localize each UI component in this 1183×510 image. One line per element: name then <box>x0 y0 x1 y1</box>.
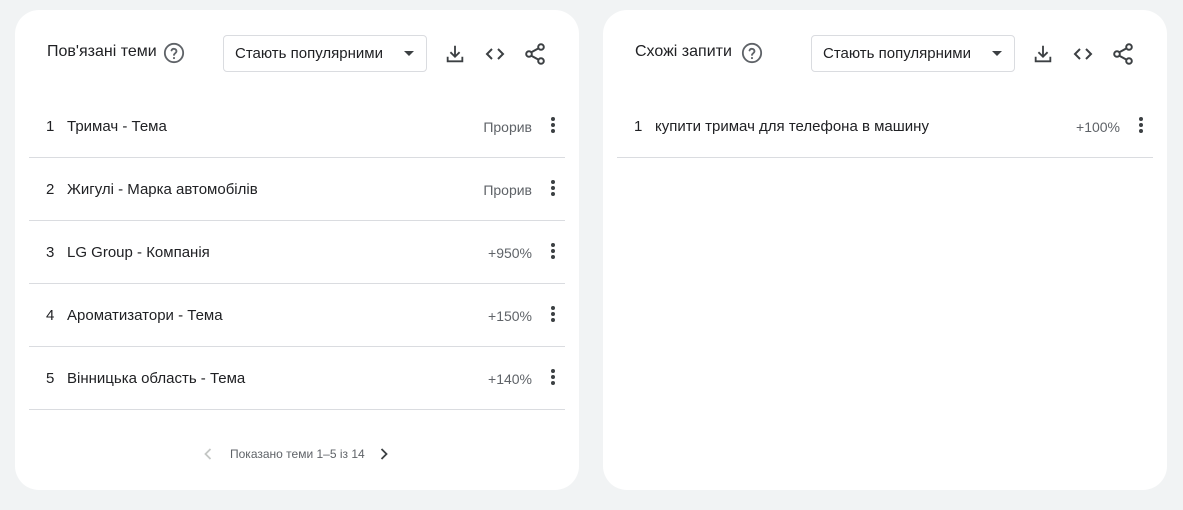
more-vert-icon[interactable] <box>549 115 557 135</box>
list-item[interactable]: 1 Тримач - Тема Прорив <box>29 95 565 158</box>
more-vert-icon[interactable] <box>549 367 557 387</box>
item-label[interactable]: Тримач - Тема <box>67 118 167 135</box>
item-rank: 1 <box>634 118 643 135</box>
item-label[interactable]: Ароматизатори - Тема <box>67 307 223 324</box>
item-label[interactable]: LG Group - Компанія <box>67 244 210 261</box>
more-vert-icon[interactable] <box>549 304 557 324</box>
more-vert-icon[interactable] <box>1137 115 1145 135</box>
sort-dropdown-value: Стають популярними <box>823 45 971 62</box>
item-rank: 3 <box>46 244 55 261</box>
list-item[interactable]: 4 Ароматизатори - Тема +150% <box>29 284 565 347</box>
item-label[interactable]: купити тримач для телефона в машину <box>655 118 929 135</box>
item-label[interactable]: Жигулі - Марка автомобілів <box>67 181 258 198</box>
embed-code-button[interactable] <box>482 41 508 67</box>
item-value: Прорив <box>483 182 532 198</box>
related-queries-card: Схожі запити Стають популярними 1 купити… <box>603 10 1167 490</box>
item-label[interactable]: Вінницька область - Тема <box>67 370 245 387</box>
help-icon[interactable] <box>741 42 763 64</box>
list-item[interactable]: 1 купити тримач для телефона в машину +1… <box>617 95 1153 158</box>
caret-down-icon <box>404 51 414 56</box>
share-icon <box>1113 43 1133 65</box>
more-vert-icon[interactable] <box>549 178 557 198</box>
item-rank: 5 <box>46 370 55 387</box>
item-rank: 2 <box>46 181 55 198</box>
share-button[interactable] <box>1110 41 1136 67</box>
sort-dropdown[interactable]: Стають популярними <box>811 35 1015 72</box>
sort-dropdown[interactable]: Стають популярними <box>223 35 427 72</box>
list-item[interactable]: 2 Жигулі - Марка автомобілів Прорив <box>29 158 565 221</box>
chevron-right-icon[interactable] <box>377 446 391 462</box>
embed-code-icon <box>485 48 505 60</box>
item-value: +100% <box>1076 119 1120 135</box>
list-item[interactable]: 5 Вінницька область - Тема +140% <box>29 347 565 410</box>
embed-code-button[interactable] <box>1070 41 1096 67</box>
item-rank: 1 <box>46 118 55 135</box>
download-icon <box>446 45 464 63</box>
share-icon <box>525 43 545 65</box>
related-queries-list: 1 купити тримач для телефона в машину +1… <box>617 95 1153 158</box>
item-value: +150% <box>488 308 532 324</box>
chevron-left-icon[interactable] <box>201 446 215 462</box>
list-item[interactable]: 3 LG Group - Компанія +950% <box>29 221 565 284</box>
related-topics-card: Пов'язані теми Стають популярними 1 Трим… <box>15 10 579 490</box>
related-topics-title: Пов'язані теми <box>47 43 157 60</box>
related-topics-header: Пов'язані теми Стають популярними <box>15 35 579 73</box>
embed-code-icon <box>1073 48 1093 60</box>
related-queries-header: Схожі запити Стають популярними <box>603 35 1167 73</box>
item-value: +950% <box>488 245 532 261</box>
related-topics-list: 1 Тримач - Тема Прорив 2 Жигулі - Марка … <box>29 95 565 410</box>
help-icon[interactable] <box>163 42 185 64</box>
caret-down-icon <box>992 51 1002 56</box>
pagination-text: Показано теми 1–5 із 14 <box>230 447 365 461</box>
item-value: Прорив <box>483 119 532 135</box>
download-button[interactable] <box>442 41 468 67</box>
sort-dropdown-value: Стають популярними <box>235 45 383 62</box>
item-rank: 4 <box>46 307 55 324</box>
more-vert-icon[interactable] <box>549 241 557 261</box>
related-queries-title: Схожі запити <box>635 43 732 60</box>
item-value: +140% <box>488 371 532 387</box>
share-button[interactable] <box>522 41 548 67</box>
download-icon <box>1034 45 1052 63</box>
download-button[interactable] <box>1030 41 1056 67</box>
pagination: Показано теми 1–5 із 14 <box>15 446 579 462</box>
